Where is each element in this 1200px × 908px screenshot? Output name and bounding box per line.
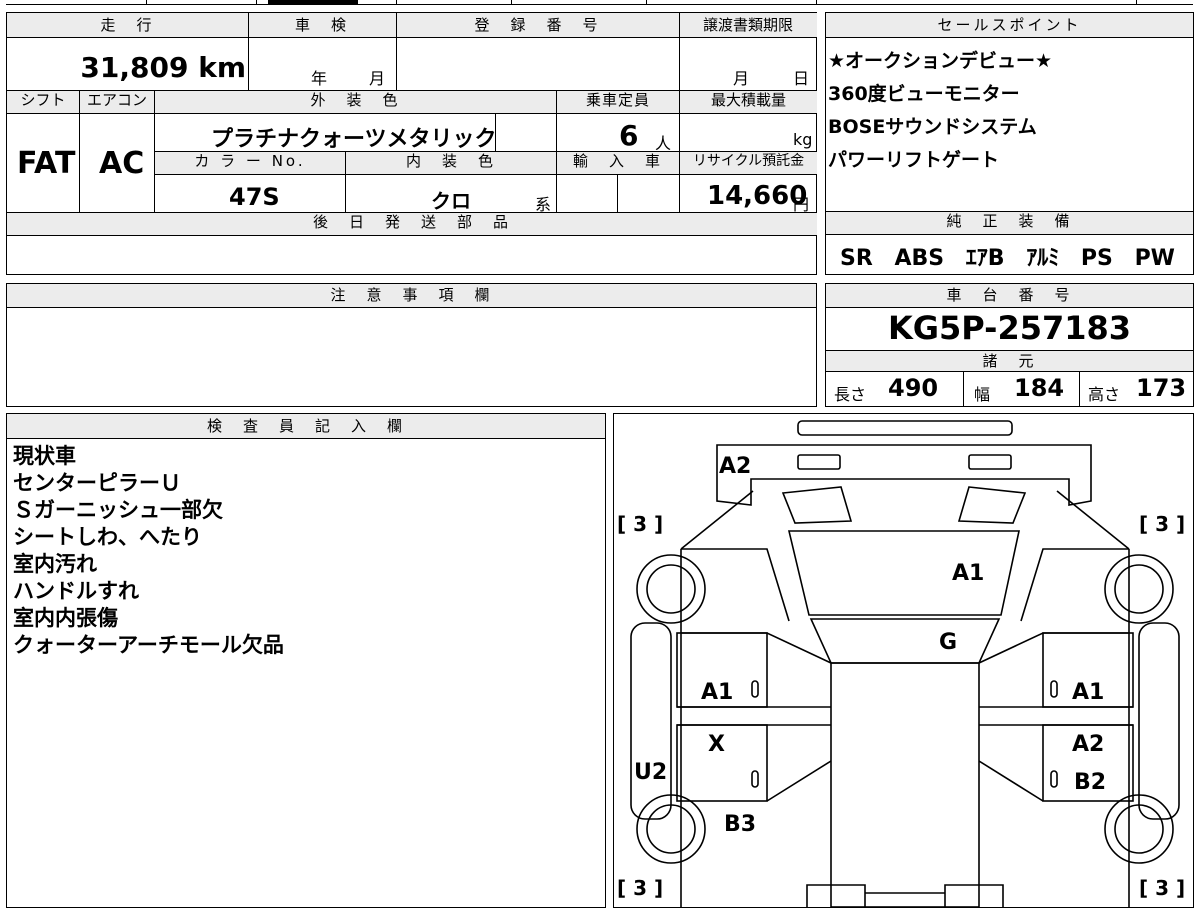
left-rear-door-grade: X — [708, 732, 725, 757]
front-bumper-grade: A2 — [719, 454, 752, 479]
transfer-month: 月 — [733, 69, 750, 88]
left-front-door-grade: A1 — [701, 680, 734, 705]
inspector-notes: 現状車 センターピラーＵ Ｓガーニッシュ一部欠 シートしわ、へたり 室内汚れ ハ… — [13, 443, 284, 659]
notes-header: 注 意 事 項 欄 — [7, 284, 816, 307]
length-label: 長さ — [834, 385, 867, 404]
chassis-box: 車 台 番 号 KG5P-257183 諸 元 長さ 490 幅 184 高さ … — [825, 283, 1194, 407]
sales-point: BOSEサウンドシステム — [828, 116, 1037, 138]
recycle-header: リサイクル預託金 — [680, 152, 817, 174]
sales-point: ★オークションデビュー★ — [828, 50, 1053, 72]
ac-value: AC — [99, 146, 145, 181]
inspector-note: クォーターアーチモール欠品 — [13, 633, 284, 657]
sales-points-header: セールスポイント — [826, 13, 1193, 37]
equipment-item: PS — [1080, 246, 1113, 271]
inspector-header: 検 査 員 記 入 欄 — [7, 414, 605, 438]
exterior-color-header: 外 装 色 — [155, 91, 556, 113]
inspector-note: 室内内張傷 — [13, 606, 118, 630]
height-label: 高さ — [1088, 385, 1121, 404]
vehicle-info-table: 走 行 車 検 登 録 番 号 譲渡書類期限 31,809 km 年 月 月 日… — [6, 12, 817, 275]
interior-color-header: 内 装 色 — [346, 152, 556, 174]
max-load-header: 最大積載量 — [680, 91, 817, 113]
equipment-list: SR ABS ｴｱB ｱﾙﾐ PS PW — [840, 240, 1175, 272]
mileage-value: 31,809 km — [80, 51, 246, 84]
later-parts-header: 後 日 発 送 部 品 — [7, 213, 817, 235]
damage-diagram: [ 3 ] [ 3 ] [ 3 ] [ 3 ] A2 A1 G A1 X U2 … — [613, 413, 1194, 908]
tire-rear-right-grade: [ 3 ] — [1139, 876, 1186, 900]
transfer-deadline-header: 譲渡書類期限 — [679, 13, 817, 37]
length-value: 490 — [888, 374, 939, 402]
equipment-item: ｴｱB — [965, 246, 1005, 271]
capacity-value: 6 — [619, 119, 639, 152]
equipment-item: ｱﾙﾐ — [1026, 246, 1060, 271]
ac-header: エアコン — [80, 91, 154, 113]
equipment-item: PW — [1134, 246, 1175, 271]
exterior-color-value: プラチナクォーツメタリック — [211, 127, 497, 152]
tire-rear-left-grade: [ 3 ] — [617, 876, 664, 900]
registration-header: 登 録 番 号 — [396, 13, 679, 37]
inspection-header: 車 検 — [248, 13, 396, 37]
inspector-note: センターピラーＵ — [13, 471, 181, 495]
inspector-note: シートしわ、へたり — [13, 525, 202, 549]
specs-header: 諸 元 — [826, 351, 1193, 371]
color-no-value: 47S — [229, 183, 280, 211]
windshield-grade: G — [939, 630, 958, 655]
interior-color-value: クロ — [431, 189, 471, 213]
sales-points-box: セールスポイント ★オークションデビュー★ 360度ビューモニター BOSEサウ… — [825, 12, 1194, 212]
width-value: 184 — [1014, 374, 1065, 402]
inspector-note: 室内汚れ — [13, 552, 97, 576]
inspection-month: 月 — [369, 69, 386, 88]
mileage-header: 走 行 — [7, 13, 248, 37]
chassis-header: 車 台 番 号 — [826, 284, 1193, 307]
left-rear-quarter-grade: B3 — [724, 812, 757, 837]
sales-points-list: ★オークションデビュー★ 360度ビューモニター BOSEサウンドシステム パワ… — [828, 45, 1052, 177]
sales-point: 360度ビューモニター — [828, 83, 1020, 105]
car-outline — [630, 420, 1180, 907]
inspector-box: 検 査 員 記 入 欄 現状車 センターピラーＵ Ｓガーニッシュ一部欠 シートし… — [6, 413, 606, 908]
top-cutoff-row — [6, 0, 1193, 6]
chassis-number: KG5P-257183 — [887, 309, 1132, 347]
shift-header: シフト — [7, 91, 79, 113]
max-load-unit: kg — [793, 130, 813, 149]
tire-front-right-grade: [ 3 ] — [1139, 512, 1186, 536]
equipment-item: SR — [840, 246, 873, 271]
transfer-day: 日 — [793, 69, 810, 88]
import-header: 輸 入 車 — [557, 152, 679, 174]
inspector-note: Ｓガーニッシュ一部欠 — [13, 498, 223, 522]
left-rocker-grade: U2 — [634, 760, 668, 785]
right-rear-door-grade: A2 — [1072, 732, 1105, 757]
sales-point: パワーリフトゲート — [828, 149, 1000, 171]
equipment-box: 純 正 装 備 SR ABS ｴｱB ｱﾙﾐ PS PW — [825, 212, 1194, 275]
capacity-header: 乗車定員 — [557, 91, 679, 113]
shift-value: FAT — [17, 146, 76, 181]
inspection-year: 年 — [311, 69, 328, 88]
height-value: 173 — [1136, 374, 1187, 402]
width-label: 幅 — [974, 385, 991, 404]
color-no-header: カ ラ ー No. — [155, 152, 345, 174]
inspector-note: 現状車 — [13, 444, 76, 468]
equipment-item: ABS — [894, 246, 945, 271]
tire-front-left-grade: [ 3 ] — [617, 512, 664, 536]
right-front-door-grade: A1 — [1072, 680, 1105, 705]
inspector-note: ハンドルすれ — [13, 579, 139, 603]
right-rear-quarter-grade: B2 — [1074, 770, 1107, 795]
hood-grade: A1 — [952, 561, 985, 586]
equipment-header: 純 正 装 備 — [826, 212, 1193, 234]
notes-box: 注 意 事 項 欄 — [6, 283, 817, 407]
